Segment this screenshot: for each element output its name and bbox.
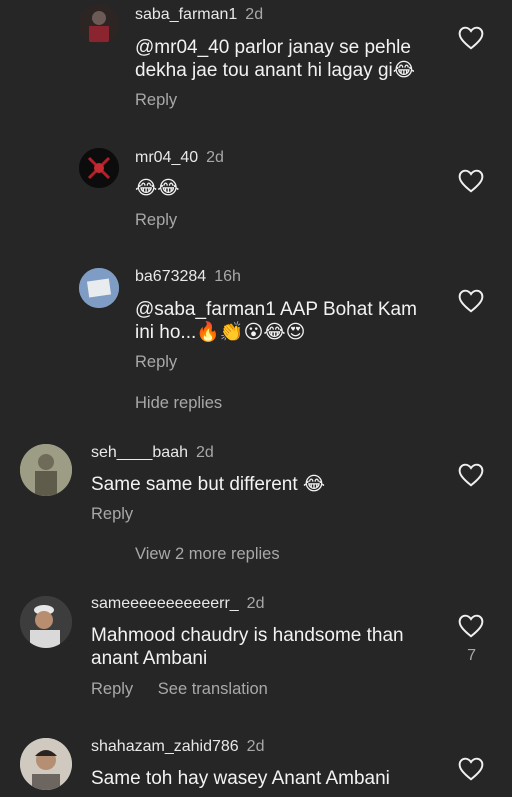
comment-actions: Reply See translation [91, 680, 288, 699]
comment-actions: Reply [135, 211, 197, 230]
comment-username[interactable]: ba673284 16h [135, 268, 241, 286]
avatar[interactable] [20, 596, 72, 648]
avatar[interactable] [79, 4, 119, 44]
reply-button[interactable]: Reply [135, 91, 177, 109]
comment-text: Same same but different 😂 [91, 474, 326, 495]
comment-time: 16h [214, 268, 241, 285]
view-more-replies-button[interactable]: View 2 more replies [135, 545, 280, 564]
like-count: 7 [467, 647, 476, 664]
comment-username[interactable]: saba_farman1 2d [135, 6, 263, 24]
heart-icon[interactable] [458, 26, 484, 50]
reply-button[interactable]: Reply [135, 353, 177, 371]
comment-actions: Reply [91, 505, 153, 524]
comment-username[interactable]: shahazam_zahid786 2d [91, 738, 264, 756]
comment-username[interactable]: sameeeeeeeeeeerr_ 2d [91, 595, 264, 613]
heart-icon[interactable] [458, 169, 484, 193]
heart-icon[interactable] [458, 289, 484, 313]
comment-time: 2d [246, 738, 265, 755]
comment-actions: Reply [135, 353, 197, 372]
comment-time: 2d [206, 149, 224, 166]
comment-time: 2d [195, 444, 214, 461]
comment-text: @saba_farman1 AAP Bohat Kam ini ho...🔥👏😮… [135, 299, 417, 343]
heart-icon[interactable] [458, 463, 484, 487]
comment-text: Mahmood chaudry is handsome than anant A… [91, 625, 404, 669]
heart-icon[interactable] [458, 757, 484, 781]
reply-button[interactable]: Reply [91, 505, 133, 523]
heart-icon[interactable] [458, 614, 484, 638]
reply-button[interactable]: Reply [91, 680, 133, 698]
reply-button[interactable]: Reply [135, 211, 177, 229]
comment-actions: Reply [135, 91, 197, 110]
avatar[interactable] [79, 268, 119, 308]
comment-text: 😂😂 [135, 178, 180, 199]
comment-text: @mr04_40 parlor janay se pehle dekha jae… [135, 37, 415, 81]
comment-time: 2d [245, 6, 264, 23]
avatar[interactable] [20, 444, 72, 496]
hide-replies-button[interactable]: Hide replies [135, 394, 222, 413]
comment-username[interactable]: mr04_40 2d [135, 149, 224, 167]
avatar[interactable] [79, 148, 119, 188]
comment-time: 2d [246, 595, 265, 612]
see-translation-button[interactable]: See translation [158, 680, 268, 698]
avatar[interactable] [20, 738, 72, 790]
comment-text: Same toh hay wasey Anant Ambani [91, 768, 390, 789]
comment-username[interactable]: seh____baah 2d [91, 444, 214, 462]
